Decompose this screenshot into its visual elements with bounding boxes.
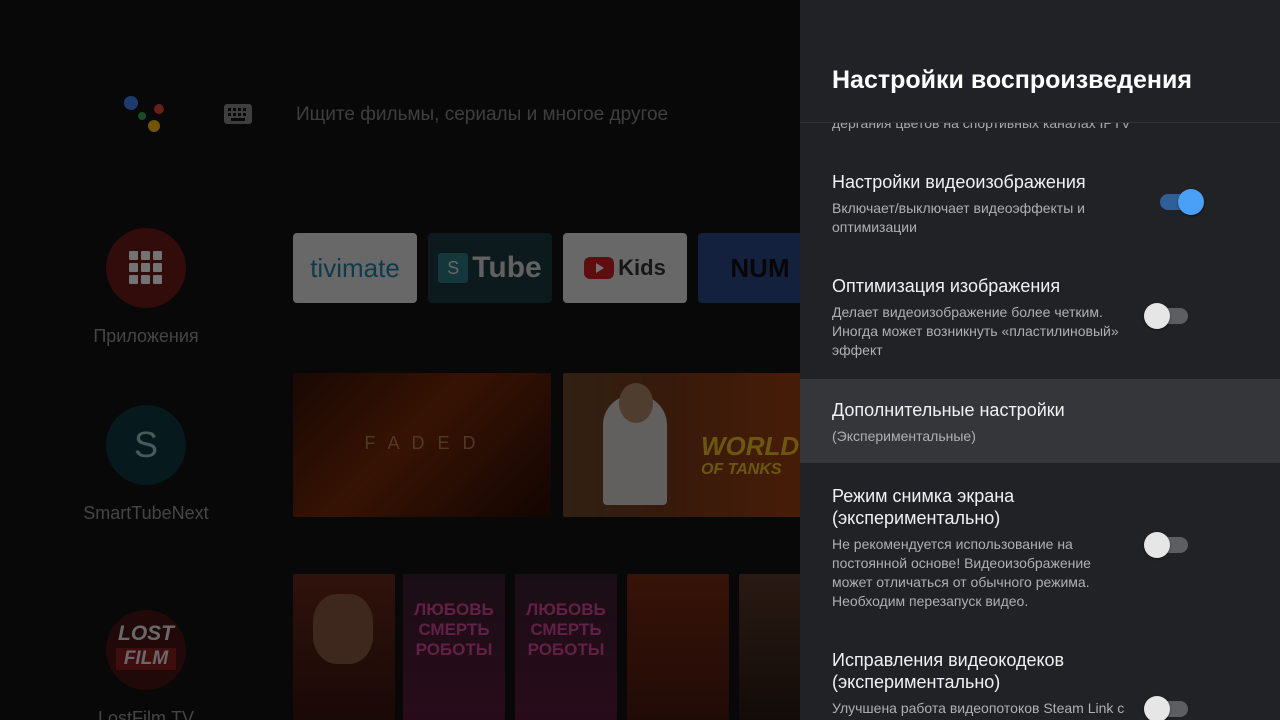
codec-fixes-toggle[interactable] — [1144, 694, 1194, 720]
lostfilm-glyph-top: LOST — [118, 622, 174, 645]
video-thumbnail-world-of-tanks[interactable]: WORLD OF TANKS — [563, 373, 800, 517]
lostfilm-glyph-bottom: FILM — [116, 648, 176, 670]
video-image-toggle[interactable] — [1154, 187, 1204, 217]
tivimate-tile[interactable]: tivimate — [293, 233, 417, 303]
launcher-background: Ищите фильмы, сериалы и многое другое Пр… — [0, 0, 800, 720]
apps-label: Приложения — [93, 326, 199, 346]
wot-title-mid: OF TANKS — [701, 461, 782, 478]
settings-list[interactable]: дергания цветов на спортивных каналах IP… — [800, 123, 1280, 720]
movie-poster-2[interactable]: ЛЮБОВЬ СМЕРТЬ РОБОТЫ — [403, 574, 505, 720]
smarttube-label: SmartTubeNext — [83, 503, 209, 523]
toggle-knob — [1144, 303, 1170, 329]
toggle-knob — [1144, 696, 1170, 720]
setting-codec-fixes[interactable]: Исправления видеокодеков (эксперименталь… — [800, 629, 1280, 720]
youtube-play-icon — [584, 257, 615, 279]
poster-3-title: ЛЮБОВЬ СМЕРТЬ РОБОТЫ — [526, 600, 606, 659]
previous-item-description: дергания цветов на спортивных каналах IP… — [832, 123, 1131, 131]
movie-poster-5[interactable] — [739, 574, 800, 720]
toggle-knob — [1178, 189, 1204, 215]
doctor-head — [619, 383, 653, 423]
search-input[interactable]: Ищите фильмы, сериалы и многое другое — [296, 104, 668, 126]
smarttube-tile-badge: S — [438, 253, 469, 283]
image-optimization-toggle[interactable] — [1144, 301, 1194, 331]
smarttube-logo-icon: S — [106, 405, 186, 485]
movie-poster-1[interactable] — [293, 574, 395, 720]
smarttube-tile[interactable]: S Tube — [428, 233, 552, 303]
setting-image-optimization[interactable]: Оптимизация изображения Делает видеоизоб… — [800, 257, 1280, 377]
setting-description: Включает/выключает видеоэффекты и оптими… — [832, 200, 1085, 235]
setting-title: Настройки видеоизображения — [832, 172, 1086, 192]
smarttube-shortcut[interactable]: S SmartTubeNext — [56, 405, 236, 524]
screenshot-mode-toggle[interactable] — [1144, 530, 1194, 560]
num-tile-text: NUM — [730, 252, 790, 283]
setting-description: Делает видеоизображение более четким. Ин… — [832, 304, 1119, 358]
video-thumbnail-faded-title: F A D E D — [364, 433, 480, 453]
smarttube-glyph: S — [133, 424, 158, 465]
setting-description: Улучшена работа видеопотоков Steam Link … — [832, 700, 1125, 716]
setting-title: Дополнительные настройки — [832, 400, 1065, 420]
google-assistant-icon[interactable] — [124, 94, 170, 134]
num-tile[interactable]: NUM — [698, 233, 800, 303]
poster-1-face — [313, 594, 373, 664]
apps-shortcut[interactable]: Приложения — [56, 228, 236, 347]
lostfilm-logo-icon: LOST FILM — [106, 610, 186, 690]
setting-screenshot-mode[interactable]: Режим снимка экрана (экспериментально) Н… — [800, 463, 1280, 629]
video-thumbnail-faded[interactable]: F A D E D — [293, 373, 551, 517]
lostfilm-label: LostFilm.TV — [97, 708, 194, 720]
setting-description: (Экспериментальные) — [832, 428, 976, 444]
setting-advanced[interactable]: Дополнительные настройки (Эксперименталь… — [800, 379, 1280, 463]
setting-video-image[interactable]: Настройки видеоизображения Включает/выкл… — [800, 153, 1280, 257]
wot-title-top: WORLD — [701, 431, 800, 461]
setting-title: Оптимизация изображения — [832, 276, 1061, 296]
youtube-kids-tile-text: Kids — [618, 255, 666, 280]
keyboard-icon[interactable] — [224, 104, 252, 124]
movie-poster-4[interactable] — [627, 574, 729, 720]
setting-title: Исправления видеокодеков (эксперименталь… — [832, 650, 1065, 692]
setting-description: Не рекомендуется использование на постоя… — [832, 536, 1091, 609]
playback-settings-panel: Настройки воспроизведения дергания цвето… — [800, 0, 1280, 720]
setting-title: Режим снимка экрана (экспериментально) — [832, 486, 1015, 528]
panel-title: Настройки воспроизведения — [832, 66, 1192, 94]
toggle-knob — [1144, 532, 1170, 558]
youtube-kids-tile[interactable]: Kids — [563, 233, 687, 303]
lostfilm-shortcut[interactable]: LOST FILM LostFilm.TV — [56, 610, 236, 720]
movie-poster-3[interactable]: ЛЮБОВЬ СМЕРТЬ РОБОТЫ — [515, 574, 617, 720]
apps-grid-icon — [106, 228, 186, 308]
tivimate-tile-text: tivimate — [310, 252, 400, 283]
smarttube-tile-text: Tube — [472, 251, 542, 284]
poster-2-title: ЛЮБОВЬ СМЕРТЬ РОБОТЫ — [414, 600, 494, 659]
